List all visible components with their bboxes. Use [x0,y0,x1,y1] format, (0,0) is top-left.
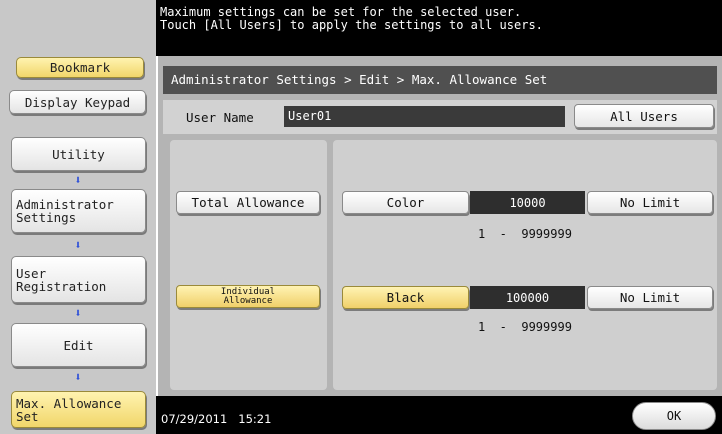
display-keypad-label: Display Keypad [24,94,131,110]
color-value-field[interactable]: 10000 [470,191,585,214]
sidebar-item-label: Max. Allowance [16,395,122,411]
sidebar-item-utility[interactable]: Utility [11,137,146,171]
sidebar-item-administrator-settings[interactable]: Administrator Settings [11,189,146,233]
down-arrow-icon: ⬇ [74,370,82,384]
message-line: Maximum settings can be set for the sele… [160,5,522,19]
sidebar-item-label: User [16,265,47,281]
sidebar-item-label: Registration [16,278,107,294]
down-arrow-icon: ⬇ [74,173,82,187]
all-users-label: All Users [610,108,678,124]
display-keypad-button[interactable]: Display Keypad [9,90,146,114]
total-allowance-button[interactable]: Total Allowance [176,191,320,214]
sidebar-item-label: Utility [52,146,105,162]
sidebar-item-label: Edit [63,337,94,353]
user-name-label: User Name [186,110,254,125]
bookmark-label: Bookmark [49,60,111,75]
individual-allowance-button[interactable]: Individual Allowance [176,285,320,308]
instruction-message: Maximum settings can be set for the sele… [156,0,722,56]
all-users-button[interactable]: All Users [574,104,714,128]
sidebar-item-label: Set [16,408,39,424]
sidebar-item-label: Settings [16,210,77,225]
black-label: Black [386,290,425,305]
sidebar-item-user-registration[interactable]: User Registration [11,256,146,303]
down-arrow-icon: ⬇ [74,238,82,252]
no-limit-label: No Limit [619,195,681,210]
black-button[interactable]: Black [342,286,469,309]
black-range: 1 - 9999999 [478,320,572,334]
allowance-type-panel [170,140,327,390]
allowance-values-panel [333,140,717,390]
sidebar-item-edit[interactable]: Edit [11,323,146,367]
sidebar-item-max-allowance-set[interactable]: Max. Allowance Set [11,391,146,428]
black-value-field[interactable]: 100000 [470,286,585,309]
message-line: Touch [All Users] to apply the settings … [160,18,543,32]
color-no-limit-button[interactable]: No Limit [587,191,713,214]
color-button[interactable]: Color [342,191,469,214]
ok-button[interactable]: OK [632,402,716,430]
bookmark-button[interactable]: Bookmark [16,57,144,78]
individual-allowance-label: Allowance [223,295,273,306]
color-range: 1 - 9999999 [478,227,572,241]
date-time: 07/29/2011 15:21 [161,412,272,426]
total-allowance-label: Total Allowance [191,195,305,210]
color-label: Color [386,195,425,210]
user-name-field: User01 [284,106,565,127]
down-arrow-icon: ⬇ [74,306,82,320]
ok-label: OK [666,409,682,423]
breadcrumb: Administrator Settings > Edit > Max. All… [163,66,717,94]
no-limit-label: No Limit [619,290,681,305]
black-no-limit-button[interactable]: No Limit [587,286,713,309]
